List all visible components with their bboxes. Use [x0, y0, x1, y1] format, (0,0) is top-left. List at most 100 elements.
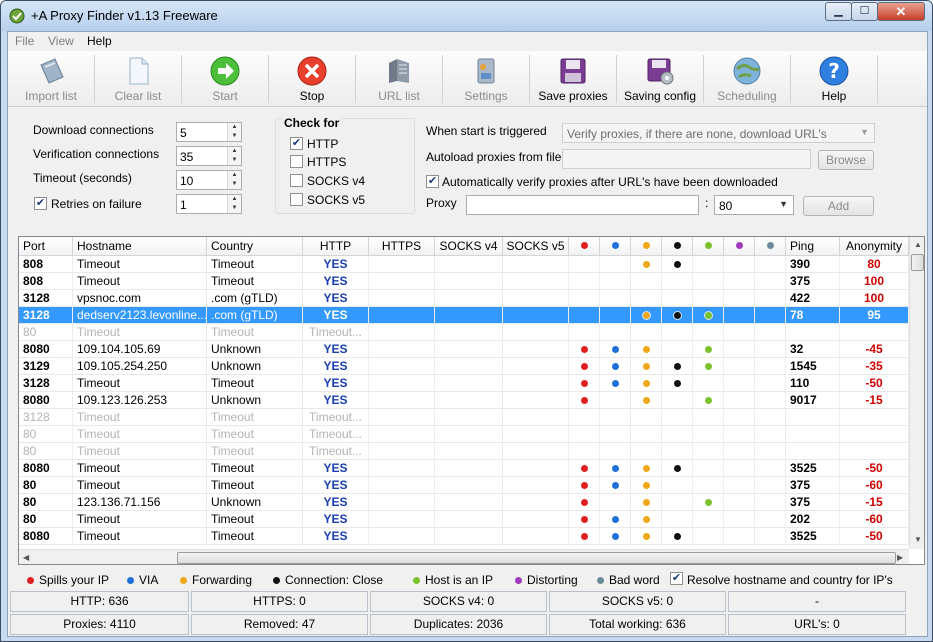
retries-spinner[interactable]: 1 ▲ ▼ [176, 194, 242, 214]
horizontal-scrollbar[interactable]: ◀ ▶ [19, 549, 909, 564]
horizontal-scroll-thumb[interactable] [177, 552, 896, 564]
table-row[interactable]: 3128 Timeout Timeout Timeout... [19, 409, 909, 426]
column-header[interactable]: Hostname [73, 237, 207, 256]
column-header-label: HTTPS [381, 239, 422, 253]
import-list-button[interactable]: Import list [8, 51, 94, 107]
stop-button[interactable]: Stop [269, 51, 355, 107]
table-row[interactable]: 80 123.136.71.156 Unknown YES 375 -15 [19, 494, 909, 511]
column-header[interactable] [662, 237, 693, 256]
add-button[interactable]: Add [803, 196, 874, 216]
download-connections-spinner[interactable]: 5 ▲ ▼ [176, 122, 242, 142]
saving-config-label: Saving config [623, 89, 697, 103]
verification-connections-spinner[interactable]: 35 ▲ ▼ [176, 146, 242, 166]
cell-ping-text: 110 [790, 376, 810, 390]
check-socks4-checkbox[interactable] [290, 174, 303, 187]
column-header[interactable] [724, 237, 755, 256]
cell-country-text: Timeout [211, 257, 254, 271]
column-header[interactable]: HTTP [303, 237, 369, 256]
table-row[interactable]: 3128 dedserv2123.levonline... .com (gTLD) Y… [19, 307, 909, 324]
saving-config-button[interactable]: Saving config [617, 51, 703, 107]
table-row[interactable]: 80 Timeout Timeout YES 375 -60 [19, 477, 909, 494]
help-button[interactable]: ? Help [791, 51, 877, 107]
scheduling-button[interactable]: Scheduling [704, 51, 790, 107]
menu-help[interactable]: Help [87, 34, 112, 48]
table-row[interactable]: 3129 109.105.254.250 Unknown YES 1545 -35 [19, 358, 909, 375]
vertical-scroll-thumb[interactable] [911, 254, 924, 271]
column-header[interactable] [693, 237, 724, 256]
table-row[interactable]: 8080 109.104.105.69 Unknown YES 32 -45 [19, 341, 909, 358]
save-proxies-button[interactable]: Save proxies [530, 51, 616, 107]
scroll-down-icon[interactable]: ▼ [914, 535, 922, 544]
settings-button[interactable]: Settings [443, 51, 529, 107]
column-header[interactable]: Ping [786, 237, 840, 256]
cell-flag [569, 290, 600, 307]
cell-country-text: .com (gTLD) [211, 291, 278, 305]
resolve-hostname-checkbox[interactable]: ✔ [670, 572, 683, 585]
table-row[interactable]: 3128 Timeout Timeout YES 110 -50 [19, 375, 909, 392]
vertical-scrollbar[interactable]: ▲ ▼ [909, 237, 924, 549]
table-row[interactable]: 80 Timeout Timeout Timeout... [19, 324, 909, 341]
url-list-label: URL list [378, 89, 420, 103]
cell-port-text: 3128 [23, 376, 50, 390]
trigger-select[interactable]: Verify proxies, if there are none, downl… [562, 123, 875, 143]
column-header[interactable]: SOCKS v5 [503, 237, 569, 256]
minimize-button[interactable]: ▁ [825, 2, 852, 21]
cell-flag [569, 426, 600, 443]
cell-flag [662, 341, 693, 358]
check-http-checkbox[interactable]: ✔ [290, 137, 303, 150]
scroll-up-icon[interactable]: ▲ [914, 240, 922, 249]
cell-host: Timeout [73, 375, 207, 392]
column-header[interactable]: Port [19, 237, 73, 256]
proxy-input[interactable] [466, 195, 699, 215]
column-header[interactable] [631, 237, 662, 256]
column-header[interactable]: Anonymity [840, 237, 909, 256]
auto-verify-checkbox[interactable]: ✔ [426, 175, 439, 188]
check-https-checkbox[interactable] [290, 155, 303, 168]
menu-file[interactable]: File [15, 34, 34, 48]
timeout-spinner[interactable]: 10 ▲ ▼ [176, 170, 242, 190]
title-bar[interactable]: +A Proxy Finder v1.13 Freeware ▁ ☐ ✕ [1, 1, 932, 31]
column-header[interactable]: SOCKS v4 [435, 237, 503, 256]
autoload-input[interactable] [562, 149, 811, 169]
cell-empty [369, 409, 435, 426]
check-socks5-checkbox[interactable] [290, 193, 303, 206]
maximize-button[interactable]: ☐ [851, 2, 878, 21]
flag-dot-icon [611, 346, 619, 353]
table-row[interactable]: 808 Timeout Timeout YES 390 80 [19, 256, 909, 273]
table-row[interactable]: 80 Timeout Timeout YES 202 -60 [19, 511, 909, 528]
spinner-arrows-icon[interactable]: ▲ ▼ [227, 123, 241, 141]
port-select[interactable]: 80 ▼ [714, 195, 794, 215]
table-row[interactable]: 8080 Timeout Timeout YES 3525 -50 [19, 460, 909, 477]
scroll-left-icon[interactable]: ◀ [23, 553, 29, 562]
clear-list-button[interactable]: Clear list [95, 51, 181, 107]
table-row[interactable]: 8080 Timeout Timeout YES 3525 -50 [19, 528, 909, 545]
verification-connections-label: Verification connections [33, 147, 160, 161]
table-row[interactable]: 808 Timeout Timeout YES 375 100 [19, 273, 909, 290]
column-header[interactable] [600, 237, 631, 256]
browse-button[interactable]: Browse [818, 150, 874, 170]
cell-flag [631, 426, 662, 443]
flag-dot-icon [611, 380, 619, 387]
column-header[interactable] [569, 237, 600, 256]
url-list-button[interactable]: URL list [356, 51, 442, 107]
flag-dot-icon [704, 242, 712, 249]
table-row[interactable]: 8080 109.123.126.253 Unknown YES 9017 -15 [19, 392, 909, 409]
column-header[interactable] [755, 237, 786, 256]
table-row[interactable]: 3128 vpsnoc.com .com (gTLD) YES 422 100 [19, 290, 909, 307]
cell-country-text: Timeout [211, 478, 254, 492]
table-row[interactable]: 80 Timeout Timeout Timeout... [19, 426, 909, 443]
spinner-arrows-icon[interactable]: ▲ ▼ [227, 147, 241, 165]
spinner-arrows-icon[interactable]: ▲ ▼ [227, 171, 241, 189]
column-header[interactable]: HTTPS [369, 237, 435, 256]
start-button[interactable]: Start [182, 51, 268, 107]
column-header[interactable]: Country [207, 237, 303, 256]
scroll-right-icon[interactable]: ▶ [897, 553, 903, 562]
menu-view[interactable]: View [48, 34, 74, 48]
toolbar-separator [877, 55, 878, 103]
close-button[interactable]: ✕ [877, 2, 925, 21]
cell-port-text: 80 [23, 427, 37, 441]
retries-checkbox[interactable]: ✔ [34, 197, 47, 210]
table-row[interactable]: 80 Timeout Timeout Timeout... [19, 443, 909, 460]
cell-ping: 32 [786, 341, 840, 358]
spinner-arrows-icon[interactable]: ▲ ▼ [227, 195, 241, 213]
